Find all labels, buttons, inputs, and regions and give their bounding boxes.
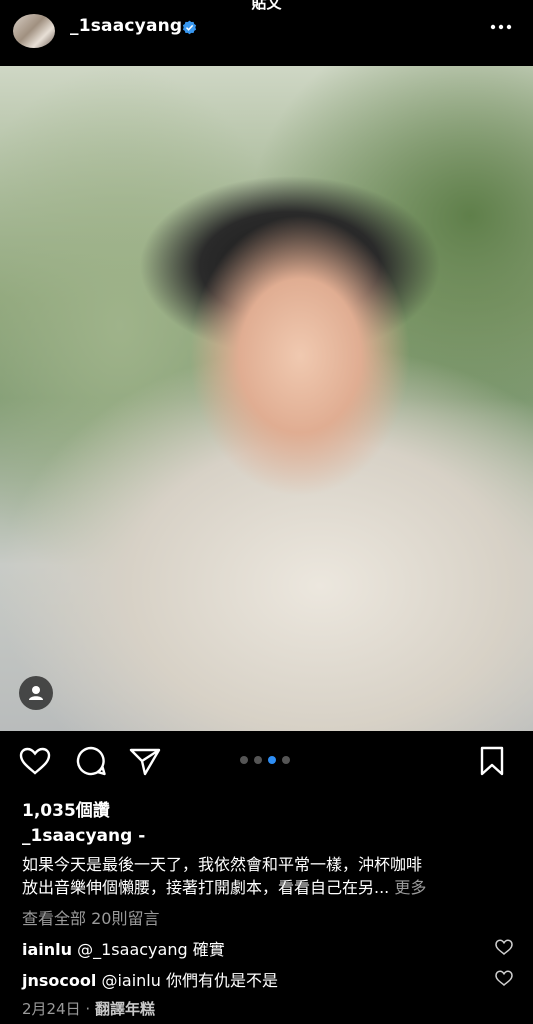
- top-bar: 貼文: [0, 0, 533, 14]
- translate-button[interactable]: 翻譯年糕: [95, 1000, 155, 1018]
- comment-text: @_1saacyang 確實: [77, 940, 225, 959]
- carousel-dot: [282, 756, 290, 764]
- carousel-dot: [240, 756, 248, 764]
- verified-badge-icon: [182, 20, 197, 35]
- user-tag-button[interactable]: [19, 676, 53, 710]
- post-footer: 2月24日 · 翻譯年糕: [22, 998, 155, 1019]
- comment-text: @iainlu 你們有仇是不是: [101, 971, 278, 990]
- comment-username[interactable]: iainlu: [22, 940, 72, 959]
- likes-count[interactable]: 1,035個讚: [22, 796, 110, 821]
- bookmark-icon[interactable]: [475, 744, 509, 778]
- post-header: _1saacyang: [0, 14, 533, 66]
- user-tag-icon: [29, 686, 43, 700]
- caption-more-link[interactable]: 更多: [394, 878, 426, 897]
- caption-username[interactable]: _1saacyang -: [22, 826, 145, 846]
- heart-icon[interactable]: [18, 744, 52, 778]
- comment-like-icon[interactable]: [495, 970, 513, 986]
- caption-line-2: 放出音樂伸個懶腰，接著打開劇本，看看自己在另... 更多: [22, 874, 426, 898]
- caption-line-1: 如果今天是最後一天了，我依然會和平常一樣，沖杯咖啡: [22, 855, 423, 874]
- comment-username[interactable]: jnsocool: [22, 971, 96, 990]
- share-icon[interactable]: [128, 744, 162, 778]
- comment-like-icon[interactable]: [495, 939, 513, 955]
- comment-icon[interactable]: [74, 744, 108, 778]
- carousel-dot: [254, 756, 262, 764]
- more-options-icon[interactable]: [489, 18, 513, 36]
- carousel-indicator: [240, 756, 290, 764]
- post-username[interactable]: _1saacyang: [70, 16, 182, 36]
- comment-row: iainlu @_1saacyang 確實: [22, 936, 225, 960]
- post-date: 2月24日 ·: [22, 1000, 91, 1018]
- caption-text: 放出音樂伸個懶腰，接著打開劇本，看看自己在另...: [22, 878, 390, 897]
- avatar[interactable]: [13, 14, 55, 48]
- view-all-comments-link[interactable]: 查看全部 20則留言: [22, 905, 159, 929]
- post-actions: [0, 744, 533, 784]
- carousel-dot-active: [268, 756, 276, 764]
- comment-row: jnsocool @iainlu 你們有仇是不是: [22, 967, 278, 991]
- post-photo[interactable]: [0, 66, 533, 731]
- page-title: 貼文: [251, 0, 282, 12]
